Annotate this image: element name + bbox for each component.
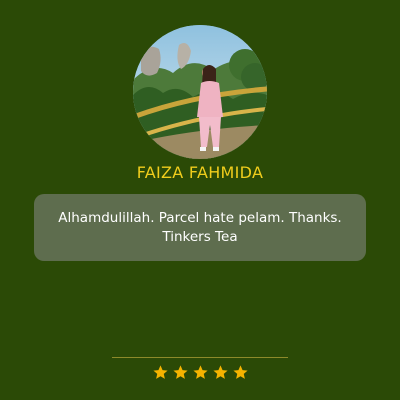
review-text-line-2: Tinkers Tea (162, 228, 238, 245)
review-text-line-1: Alhamdulillah. Parcel hate pelam. Thanks… (58, 209, 342, 226)
star-icon (172, 365, 188, 379)
avatar (133, 25, 267, 159)
profile-photo (133, 25, 267, 159)
star-icon (212, 365, 228, 379)
star-icon (152, 365, 168, 379)
testimonial-card: FAIZA FAHMIDA Alhamdulillah. Parcel hate… (0, 0, 400, 400)
reviewer-name: FAIZA FAHMIDA (136, 163, 264, 182)
review-text-box: Alhamdulillah. Parcel hate pelam. Thanks… (34, 194, 366, 261)
star-rating (0, 364, 400, 381)
star-icon (192, 365, 208, 379)
divider (112, 357, 288, 358)
star-icon (232, 365, 248, 379)
